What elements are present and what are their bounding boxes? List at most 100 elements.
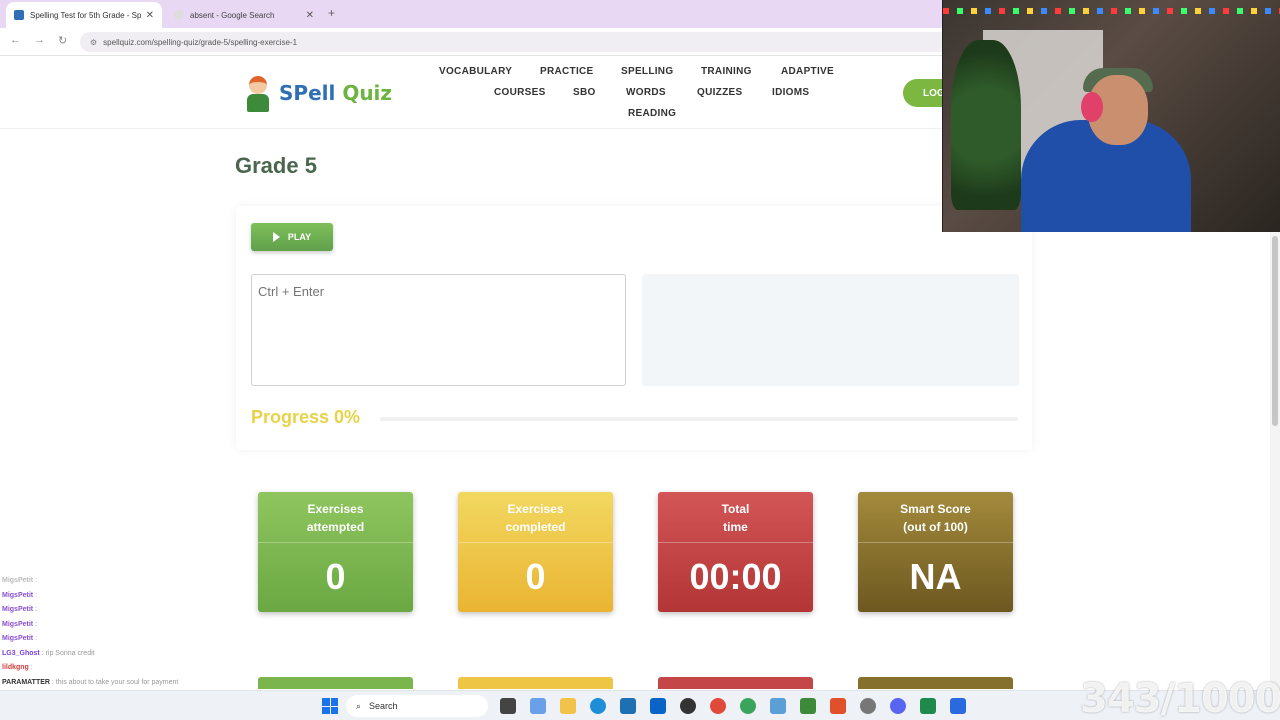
- progress-bar: [380, 417, 1018, 421]
- chat-username: MigsPetit: [2, 620, 34, 628]
- search-icon: ⌕: [356, 700, 362, 711]
- url-text: spellquiz.com/spelling-quiz/grade-5/spel…: [103, 37, 298, 47]
- nav-spelling[interactable]: SPELLING: [621, 66, 673, 77]
- stat-value: 00:00: [689, 556, 782, 597]
- logo-text: SPell Quiz: [279, 81, 393, 105]
- play-button[interactable]: PLAY: [251, 223, 333, 251]
- stream-counter-overlay: 343/1000: [1080, 676, 1280, 720]
- chat-message: MigsPetit :: [2, 632, 222, 647]
- stat-label: Total time: [721, 502, 750, 534]
- close-tab-icon[interactable]: ✕: [146, 10, 154, 21]
- nav-courses[interactable]: COURSES: [494, 87, 546, 98]
- settings-icon[interactable]: [860, 698, 876, 714]
- stat-value: 0: [525, 556, 546, 597]
- stat-card-lower: [858, 677, 1013, 689]
- app-icon[interactable]: [950, 698, 966, 714]
- nav-idioms[interactable]: IDIOMS: [772, 87, 809, 98]
- site-info-icon[interactable]: ⚙: [90, 38, 97, 47]
- chrome-icon[interactable]: [710, 698, 726, 714]
- address-bar[interactable]: ⚙ spellquiz.com/spelling-quiz/grade-5/sp…: [80, 32, 950, 52]
- new-tab-icon[interactable]: +: [328, 6, 335, 20]
- stream-chat-overlay: MigsPetit : MigsPetit : MigsPetit : MigsPet…: [2, 574, 222, 705]
- nav-reading[interactable]: READING: [628, 108, 676, 119]
- chat-message: MigsPetit :: [2, 618, 222, 633]
- stat-label: Exercises completed: [505, 502, 566, 534]
- nav-vocabulary[interactable]: VOCABULARY: [439, 66, 512, 77]
- stat-card-smart-score: Smart Score (out of 100) NA: [858, 492, 1013, 612]
- stat-card-attempted: Exercises attempted 0: [258, 492, 413, 612]
- chat-message: MigsPetit :: [2, 574, 222, 589]
- stat-card-completed: Exercises completed 0: [458, 492, 613, 612]
- logo-mascot-icon: [243, 72, 273, 114]
- chat-username: MigsPetit: [2, 591, 34, 599]
- nav-adaptive[interactable]: ADAPTIVE: [781, 66, 834, 77]
- store-icon[interactable]: [620, 698, 636, 714]
- chat-message: lildkgng :: [2, 661, 222, 676]
- obs-icon[interactable]: [680, 698, 696, 714]
- edge-icon[interactable]: [590, 698, 606, 714]
- app-icon[interactable]: [770, 698, 786, 714]
- webcam-overlay: [942, 0, 1280, 232]
- stat-card-lower: [458, 677, 613, 689]
- chat-text: :: [33, 606, 38, 613]
- windows-start-icon[interactable]: [322, 698, 338, 714]
- chat-text: : rip Sonna credit: [39, 649, 95, 657]
- stat-card-lower: [658, 677, 813, 689]
- spellquiz-logo[interactable]: SPell Quiz: [243, 72, 392, 114]
- scrollbar-thumb[interactable]: [1272, 236, 1278, 426]
- taskbar-search[interactable]: ⌕ Search: [346, 695, 488, 717]
- stat-label: Exercises attempted: [306, 502, 365, 534]
- back-icon[interactable]: ←: [10, 34, 21, 46]
- chat-text: :: [33, 635, 38, 642]
- chrome-profile-icon[interactable]: [740, 698, 756, 714]
- discord-icon[interactable]: [890, 698, 906, 714]
- nav-sbo[interactable]: SBO: [573, 87, 596, 98]
- outlook-icon[interactable]: [650, 698, 666, 714]
- app-icon[interactable]: [800, 698, 816, 714]
- chat-text: :: [33, 577, 38, 584]
- chat-message: PARAMATTER : this about to take your sou…: [2, 676, 222, 691]
- answer-input[interactable]: [251, 274, 626, 386]
- nav-training[interactable]: TRAINING: [701, 66, 752, 77]
- nav-practice[interactable]: PRACTICE: [540, 66, 594, 77]
- excel-icon[interactable]: [920, 698, 936, 714]
- tab-spelling-test[interactable]: Spelling Test for 5th Grade - Sp ✕: [6, 2, 162, 28]
- stat-value: 0: [325, 556, 346, 597]
- chat-text: :: [28, 664, 33, 671]
- spellquiz-favicon-icon: [14, 10, 24, 20]
- reload-icon[interactable]: ↻: [58, 34, 67, 47]
- chat-text: :: [33, 620, 38, 628]
- chat-username: MigsPetit: [2, 606, 34, 613]
- tab-label: Spelling Test for 5th Grade - Sp: [30, 10, 142, 20]
- progress-label: Progress 0%: [251, 407, 361, 427]
- chat-text: : this about to take your soul for payme…: [49, 678, 179, 686]
- stat-card-lower: [258, 677, 413, 689]
- chat-message: MigsPetit :: [2, 589, 222, 604]
- task-view-icon[interactable]: [500, 698, 516, 714]
- chat-username: MigsPetit: [2, 577, 34, 584]
- chat-username: PARAMATTER: [2, 678, 50, 686]
- stat-value: NA: [909, 556, 962, 597]
- stat-card-total-time: Total time 00:00: [658, 492, 813, 612]
- page-scrollbar[interactable]: [1270, 232, 1280, 690]
- copilot-icon[interactable]: [530, 698, 546, 714]
- forward-icon[interactable]: →: [34, 34, 45, 46]
- chat-username: MigsPetit: [2, 635, 34, 642]
- chat-username: lildkgng: [2, 664, 29, 671]
- close-tab-icon[interactable]: ✕: [306, 10, 314, 21]
- feedback-area: [642, 274, 1019, 386]
- chat-username: LG3_Ghost: [2, 649, 40, 657]
- nav-words[interactable]: WORDS: [626, 87, 666, 98]
- stat-label: Smart Score (out of 100): [900, 502, 971, 534]
- chat-text: :: [33, 591, 38, 599]
- play-label: PLAY: [287, 232, 312, 242]
- nav-quizzes[interactable]: QUIZZES: [697, 87, 742, 98]
- google-favicon-icon: [174, 10, 184, 20]
- page-title: Grade 5: [235, 153, 317, 178]
- chat-message: MigsPetit :: [2, 603, 222, 618]
- app-icon[interactable]: [830, 698, 846, 714]
- file-explorer-icon[interactable]: [560, 698, 576, 714]
- tab-google-search[interactable]: absent - Google Search ✕: [166, 2, 322, 28]
- chat-message: LG3_Ghost : rip Sonna credit: [2, 647, 222, 662]
- taskbar-search-label: Search: [369, 701, 398, 711]
